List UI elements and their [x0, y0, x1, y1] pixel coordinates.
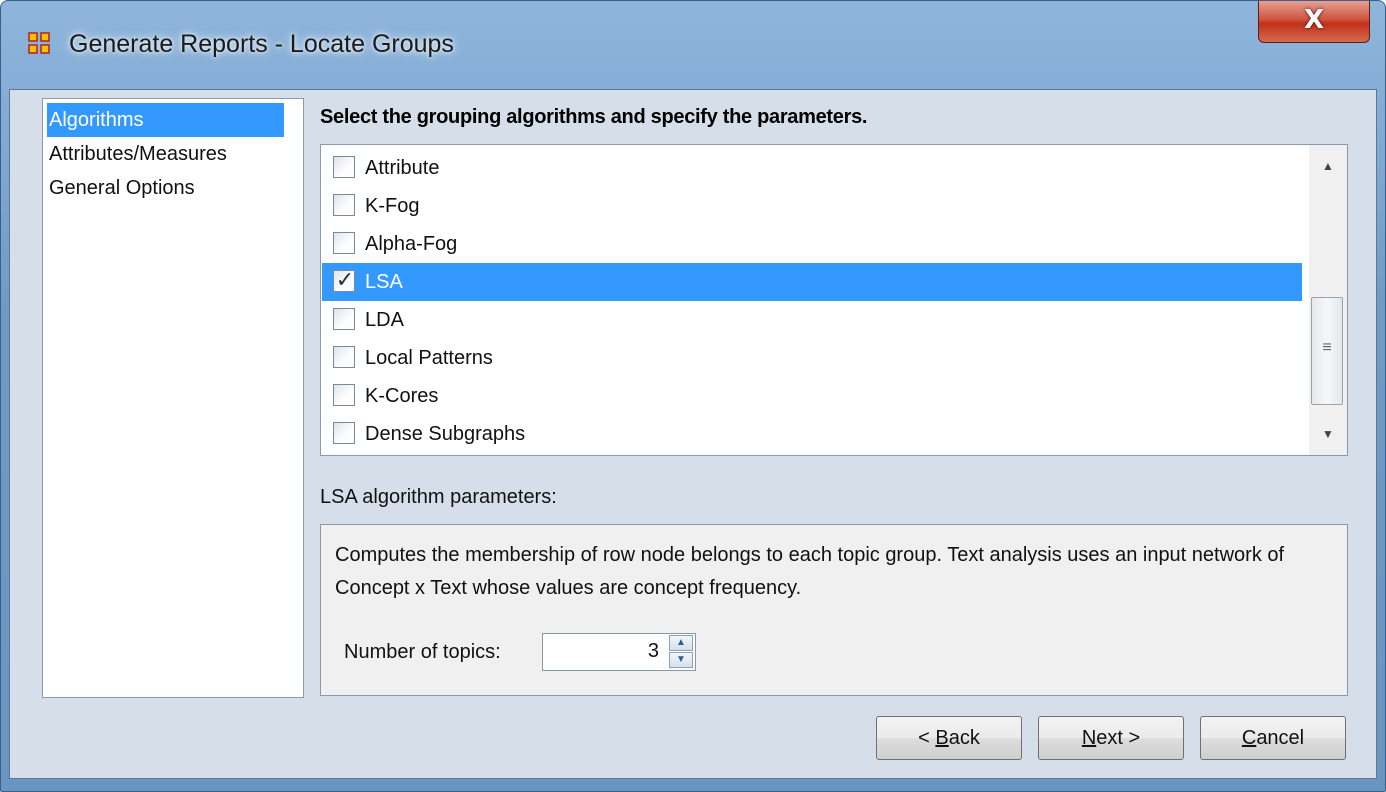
scrollbar-thumb[interactable]: ≡	[1311, 297, 1343, 405]
scroll-down-arrow-icon[interactable]: ▼	[1309, 421, 1347, 447]
checkbox[interactable]	[333, 346, 355, 368]
checkbox[interactable]	[333, 232, 355, 254]
list-item[interactable]: K-Cores	[322, 377, 1302, 415]
dialog-content: Algorithms Attributes/Measures General O…	[9, 89, 1377, 779]
list-item-label: Dense Subgraphs	[365, 423, 526, 445]
close-button[interactable]: X	[1258, 1, 1370, 43]
list-item-label: Local Patterns	[365, 347, 493, 369]
dialog-window: Generate Reports - Locate Groups X Algor…	[0, 0, 1386, 792]
back-prefix: <	[918, 727, 936, 749]
params-label: LSA algorithm parameters:	[320, 486, 557, 508]
list-item[interactable]: Attribute	[322, 149, 1302, 187]
next-mnemonic: N	[1081, 727, 1097, 749]
list-item[interactable]: LDA	[322, 301, 1302, 339]
sidebar-item-attributes-measures[interactable]: Attributes/Measures	[47, 137, 284, 171]
list-scrollbar[interactable]: ▲ ≡ ▼	[1309, 145, 1347, 455]
page-heading: Select the grouping algorithms and speci…	[320, 106, 868, 128]
grid-network-icon	[28, 32, 50, 54]
next-rest: ext >	[1096, 727, 1141, 749]
next-button[interactable]: Next >	[1038, 716, 1184, 760]
list-item[interactable]: ✓ LSA	[322, 263, 1302, 301]
list-item-label: LSA	[365, 271, 403, 293]
checkbox[interactable]	[333, 308, 355, 330]
list-item-label: K-Cores	[365, 385, 439, 407]
list-item[interactable]: Alpha-Fog	[322, 225, 1302, 263]
spin-down-icon[interactable]: ▼	[669, 652, 693, 668]
cancel-mnemonic: C	[1241, 727, 1257, 749]
params-description: Computes the membership of row node belo…	[335, 544, 1285, 599]
checkmark-icon: ✓	[335, 268, 355, 293]
sidebar-item-general-options[interactable]: General Options	[47, 171, 284, 205]
title-bar[interactable]: Generate Reports - Locate Groups X	[1, 1, 1385, 89]
topics-label: Number of topics:	[344, 641, 501, 663]
scroll-up-arrow-icon[interactable]: ▲	[1309, 153, 1347, 179]
back-button[interactable]: < Back	[876, 716, 1022, 760]
list-item[interactable]: Local Patterns	[322, 339, 1302, 377]
list-item-label: K-Fog	[365, 195, 420, 217]
list-item-label: Alpha-Fog	[365, 233, 458, 255]
cancel-button[interactable]: Cancel	[1200, 716, 1346, 760]
checkbox[interactable]	[333, 384, 355, 406]
checkbox[interactable]: ✓	[333, 268, 355, 293]
params-panel: Computes the membership of row node belo…	[320, 524, 1348, 696]
sidebar-nav: Algorithms Attributes/Measures General O…	[42, 98, 304, 698]
list-item[interactable]: K-Fog	[322, 187, 1302, 225]
back-mnemonic: B	[935, 727, 949, 749]
sidebar-item-algorithms[interactable]: Algorithms	[47, 103, 284, 137]
close-icon: X	[1303, 5, 1325, 35]
checkbox[interactable]	[333, 156, 355, 178]
spin-up-icon[interactable]: ▲	[669, 635, 693, 651]
cancel-rest: ancel	[1256, 727, 1305, 749]
algorithm-list: Attribute K-Fog Alpha-Fog ✓ LSA LDA Loca…	[320, 144, 1348, 456]
back-rest: ack	[948, 727, 980, 749]
grip-icon: ≡	[1322, 339, 1332, 356]
topics-stepper[interactable]: 3 ▲ ▼	[542, 633, 696, 671]
list-item-label: LDA	[365, 309, 404, 331]
checkbox[interactable]	[333, 194, 355, 216]
list-item[interactable]: Dense Subgraphs	[322, 415, 1302, 453]
topics-value[interactable]: 3	[648, 640, 659, 663]
list-item-label: Attribute	[365, 157, 440, 179]
window-title: Generate Reports - Locate Groups	[69, 30, 454, 58]
checkbox[interactable]	[333, 422, 355, 444]
